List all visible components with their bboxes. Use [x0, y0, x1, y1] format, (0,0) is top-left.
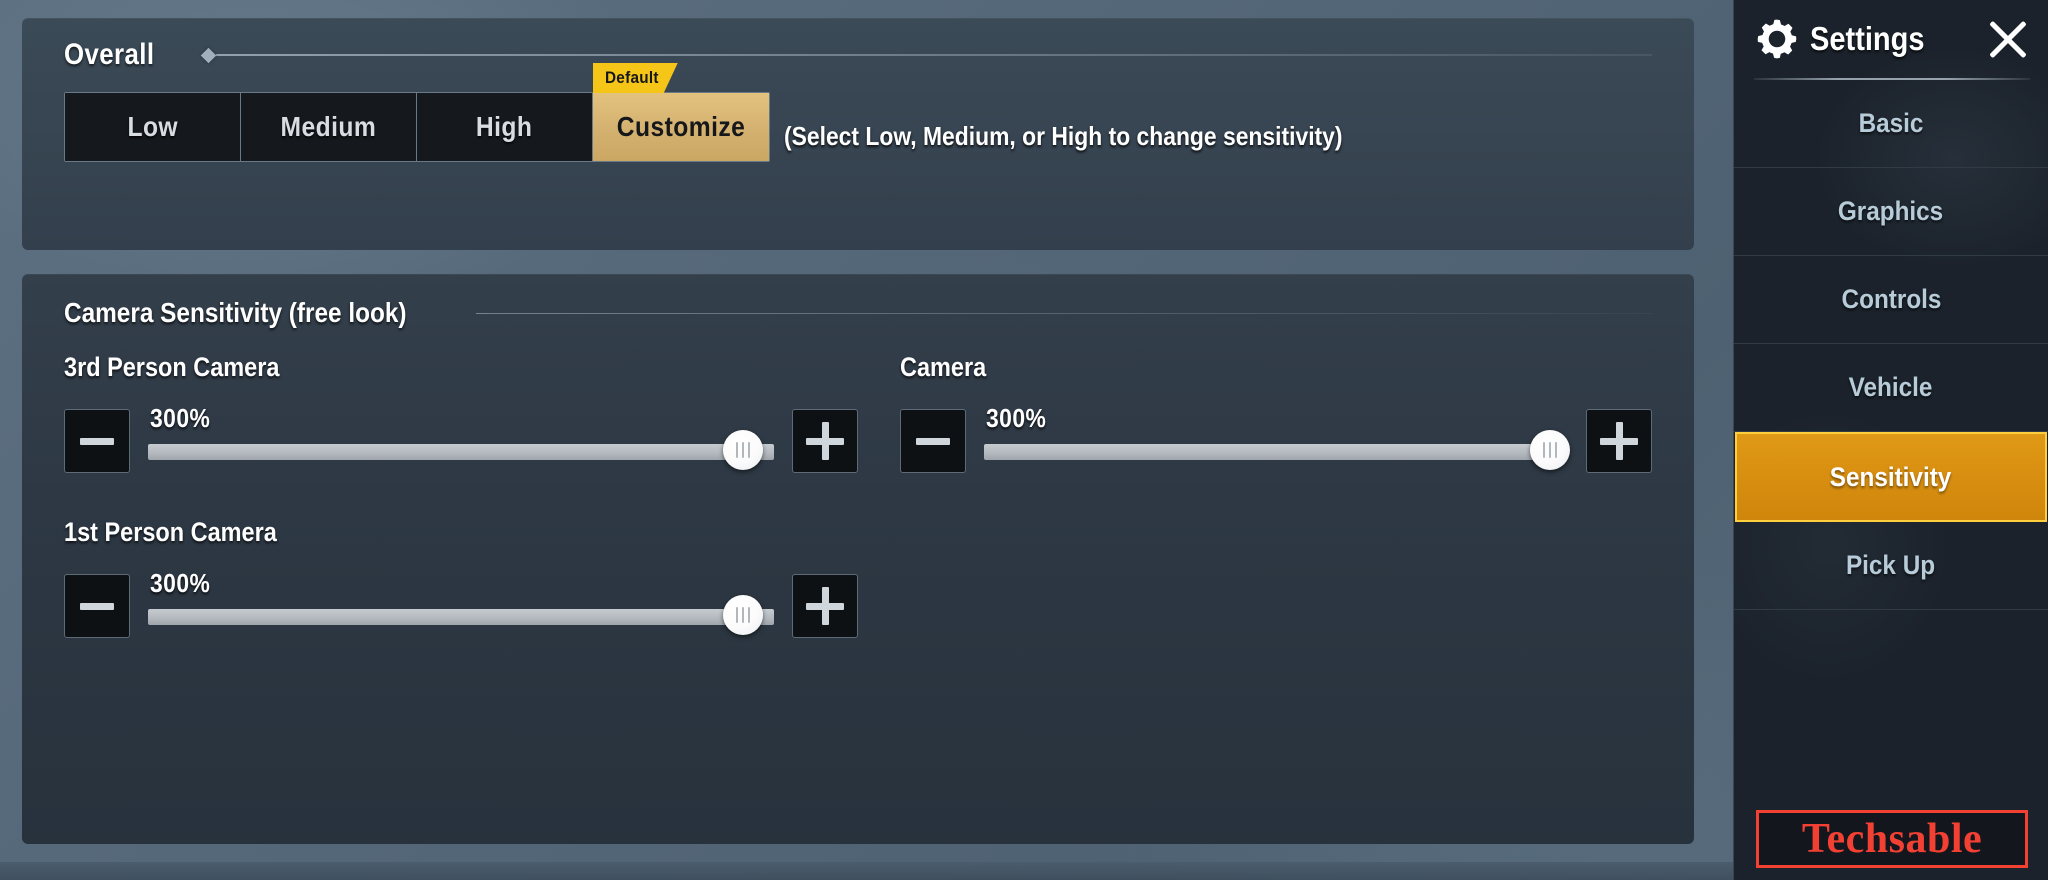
- sidebar-item-label-pick-up: Pick Up: [1846, 550, 1936, 580]
- sidebar-item-label-graphics: Graphics: [1838, 196, 1944, 226]
- value-camera: 300%: [986, 403, 1055, 434]
- sidebar-item-label-controls: Controls: [1841, 284, 1941, 314]
- gear-icon: [1757, 19, 1797, 59]
- preset-hint-label: (Select Low, Medium, or High to change s…: [784, 120, 1343, 151]
- camera-sensitivity-title: Camera Sensitivity (free look): [64, 297, 458, 329]
- decrease-button-3rd-person-camera[interactable]: [64, 409, 130, 473]
- column-left: 3rd Person Camera 300% 1st Person Camera…: [64, 352, 858, 654]
- value-3rd-person-camera-text: 300%: [150, 403, 211, 433]
- bottom-background-strip: [0, 862, 1733, 880]
- value-3rd-person-camera: 300%: [150, 403, 219, 434]
- sidebar-item-graphics[interactable]: Graphics: [1734, 168, 2048, 256]
- sidebar-header: Settings: [1734, 0, 2048, 78]
- header-divider: [216, 54, 1652, 56]
- slider-track-3rd-person-camera[interactable]: [148, 444, 774, 460]
- sidebar-title: Settings: [1810, 20, 1982, 58]
- camera-sensitivity-panel: Camera Sensitivity (free look) 3rd Perso…: [22, 274, 1694, 844]
- slider-track-1st-person-camera[interactable]: [148, 609, 774, 625]
- slider-row-camera: 300%: [900, 393, 1652, 489]
- value-1st-person-camera: 300%: [150, 568, 219, 599]
- value-camera-text: 300%: [986, 403, 1047, 433]
- minus-icon: [916, 437, 950, 445]
- settings-sidebar: Settings Basic Graphics Controls Vehicle…: [1733, 0, 2048, 880]
- grip-line-icon: [1543, 442, 1546, 458]
- plus-icon: [806, 587, 844, 625]
- preset-button-medium[interactable]: Medium: [241, 93, 417, 161]
- slider-1st-person-camera[interactable]: 300%: [148, 568, 774, 638]
- grip-line-icon: [735, 607, 738, 623]
- sidebar-title-text: Settings: [1810, 20, 1925, 57]
- plus-icon: [1600, 422, 1638, 460]
- grip-line-icon: [747, 442, 750, 458]
- overall-header: Overall: [22, 18, 1694, 92]
- increase-button-camera[interactable]: [1586, 409, 1652, 473]
- setting-camera: Camera 300%: [900, 352, 1652, 489]
- watermark-text: Techsable: [1801, 816, 1983, 862]
- sidebar-item-basic[interactable]: Basic: [1734, 80, 2048, 168]
- slider-row-1st-person-camera: 300%: [64, 558, 858, 654]
- label-3rd-person-camera-text: 3rd Person Camera: [64, 352, 280, 382]
- preset-label-customize: Customize: [616, 111, 746, 142]
- sensitivity-preset-group: Low Medium High Default Customize: [64, 92, 770, 162]
- camera-sensitivity-title-label: Camera Sensitivity (free look): [64, 297, 407, 328]
- grip-line-icon: [747, 607, 750, 623]
- minus-icon: [80, 437, 114, 445]
- camera-sensitivity-header: Camera Sensitivity (free look): [22, 274, 1694, 352]
- value-1st-person-camera-text: 300%: [150, 568, 211, 598]
- slider-row-3rd-person-camera: 300%: [64, 393, 858, 489]
- settings-screen: Overall Low Medium High Default Customiz…: [0, 0, 2048, 880]
- column-right: Camera 300%: [858, 352, 1652, 654]
- close-icon[interactable]: [1982, 13, 2034, 65]
- grip-line-icon: [735, 442, 738, 458]
- default-badge: Default: [593, 63, 678, 93]
- preset-label-low: Low: [127, 111, 178, 142]
- grip-line-icon: [741, 607, 744, 623]
- watermark: Techsable: [1756, 810, 2028, 868]
- preset-button-high[interactable]: High: [417, 93, 593, 161]
- preset-label-medium: Medium: [280, 111, 377, 142]
- diamond-marker-icon: [200, 47, 217, 63]
- sidebar-item-label-sensitivity: Sensitivity: [1830, 461, 1952, 492]
- grip-line-icon: [1555, 442, 1558, 458]
- grip-line-icon: [1549, 442, 1552, 458]
- decrease-button-camera[interactable]: [900, 409, 966, 473]
- label-camera: Camera: [900, 352, 1652, 383]
- sidebar-item-sensitivity[interactable]: Sensitivity: [1735, 432, 2047, 522]
- label-3rd-person-camera: 3rd Person Camera: [64, 352, 858, 383]
- increase-button-3rd-person-camera[interactable]: [792, 409, 858, 473]
- sidebar-item-label-vehicle: Vehicle: [1849, 372, 1933, 402]
- minus-icon: [80, 602, 114, 610]
- overall-panel: Overall Low Medium High Default Customiz…: [22, 18, 1694, 250]
- slider-track-camera[interactable]: [984, 444, 1568, 460]
- page-title: Overall: [64, 38, 155, 71]
- plus-icon: [806, 422, 844, 460]
- label-1st-person-camera-text: 1st Person Camera: [64, 517, 277, 547]
- slider-thumb-camera[interactable]: [1530, 430, 1571, 470]
- main-content: Overall Low Medium High Default Customiz…: [0, 0, 1733, 880]
- camera-sensitivity-columns: 3rd Person Camera 300% 1st Person Camera…: [22, 352, 1694, 654]
- sidebar-item-vehicle[interactable]: Vehicle: [1734, 344, 2048, 432]
- preset-row: Low Medium High Default Customize (Selec…: [22, 92, 1694, 162]
- sidebar-item-controls[interactable]: Controls: [1734, 256, 2048, 344]
- section-divider: [475, 312, 1652, 314]
- grip-line-icon: [741, 442, 744, 458]
- preset-hint-text: (Select Low, Medium, or High to change s…: [784, 103, 1419, 152]
- increase-button-1st-person-camera[interactable]: [792, 574, 858, 638]
- default-badge-label: Default: [604, 68, 659, 87]
- setting-3rd-person-camera: 3rd Person Camera 300%: [64, 352, 858, 489]
- setting-1st-person-camera: 1st Person Camera 300%: [64, 517, 858, 654]
- preset-label-high: High: [476, 111, 533, 142]
- slider-thumb-3rd-person-camera[interactable]: [722, 430, 763, 470]
- sidebar-item-label-basic: Basic: [1858, 108, 1924, 138]
- preset-button-customize[interactable]: Default Customize: [593, 93, 769, 161]
- slider-3rd-person-camera[interactable]: 300%: [148, 403, 774, 473]
- slider-camera[interactable]: 300%: [984, 403, 1571, 473]
- decrease-button-1st-person-camera[interactable]: [64, 574, 130, 638]
- label-1st-person-camera: 1st Person Camera: [64, 517, 858, 548]
- sidebar-item-pick-up[interactable]: Pick Up: [1734, 522, 2048, 610]
- slider-thumb-1st-person-camera[interactable]: [722, 595, 763, 635]
- label-camera-text: Camera: [900, 352, 987, 382]
- preset-button-low[interactable]: Low: [65, 93, 241, 161]
- sidebar-menu: Basic Graphics Controls Vehicle Sensitiv…: [1734, 80, 2048, 880]
